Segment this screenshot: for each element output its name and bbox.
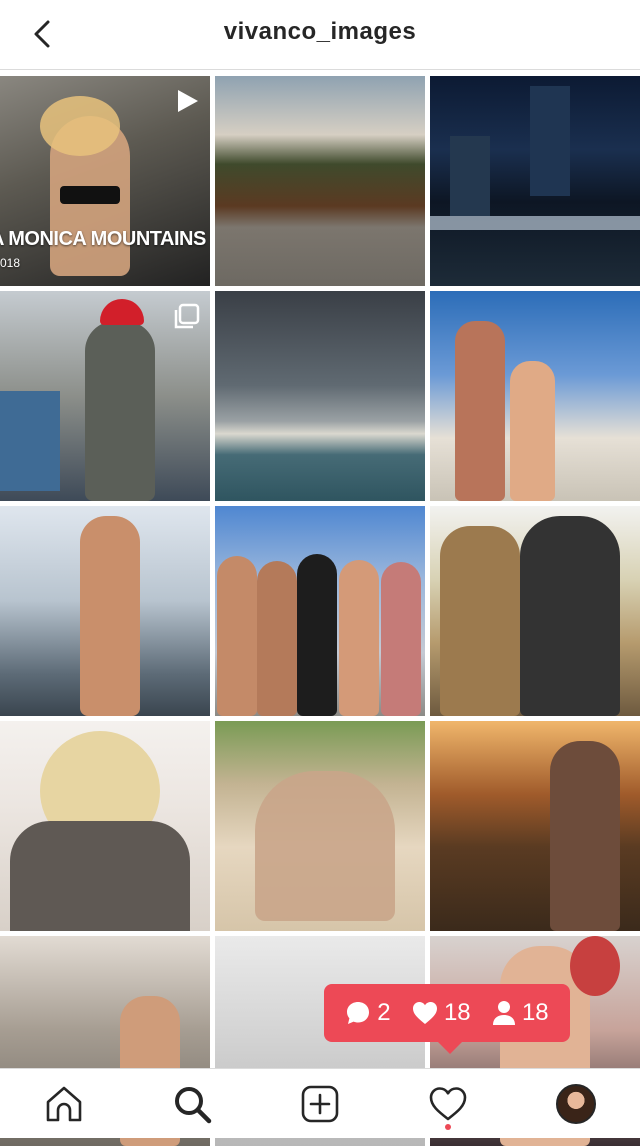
- activity-bubble[interactable]: 2 18 18: [324, 984, 570, 1054]
- add-icon: [301, 1085, 339, 1122]
- grid-tile-4[interactable]: [0, 291, 210, 501]
- grid-tile-9[interactable]: [430, 506, 640, 716]
- play-icon: [174, 88, 200, 119]
- nav-search[interactable]: [160, 1072, 224, 1136]
- comment-icon: [347, 1002, 370, 1024]
- like-count: 18: [412, 999, 471, 1027]
- carousel-icon: [174, 303, 200, 334]
- nav-new-post[interactable]: [288, 1072, 352, 1136]
- grid-tile-8[interactable]: [215, 506, 425, 716]
- heart-icon: [412, 1002, 437, 1024]
- grid-tile-3[interactable]: [430, 76, 640, 286]
- comment-count-value: 2: [377, 999, 391, 1026]
- follower-count: 18: [492, 999, 549, 1027]
- home-icon: [46, 1086, 82, 1121]
- page-title: vivanco_images: [223, 18, 417, 45]
- heart-outline-icon: [429, 1086, 467, 1120]
- video-overlay-subtext: 018: [0, 256, 21, 270]
- notification-dot: [445, 1123, 451, 1130]
- grid-tile-6[interactable]: [430, 291, 640, 501]
- video-overlay-text: A MONICA MOUNTAINS: [0, 228, 206, 250]
- like-count-value: 18: [443, 999, 471, 1026]
- follower-count-value: 18: [521, 999, 549, 1026]
- grid-tile-1[interactable]: A MONICA MOUNTAINS 018: [0, 76, 210, 286]
- nav-activity[interactable]: [416, 1072, 480, 1136]
- profile-avatar: [556, 1083, 596, 1124]
- top-bar: vivanco_images: [0, 0, 640, 70]
- grid-tile-5[interactable]: [215, 291, 425, 501]
- grid-tile-11[interactable]: [215, 721, 425, 931]
- comment-count: 2: [345, 999, 391, 1027]
- search-icon: [175, 1086, 212, 1123]
- bottom-nav: [0, 1068, 640, 1138]
- grid-tile-2[interactable]: [215, 76, 425, 286]
- grid-tile-12[interactable]: [430, 721, 640, 931]
- nav-profile[interactable]: [544, 1072, 608, 1136]
- grid-tile-7[interactable]: [0, 506, 210, 716]
- nav-home[interactable]: [32, 1072, 96, 1136]
- person-icon: [492, 1001, 515, 1025]
- grid-tile-10[interactable]: [0, 721, 210, 931]
